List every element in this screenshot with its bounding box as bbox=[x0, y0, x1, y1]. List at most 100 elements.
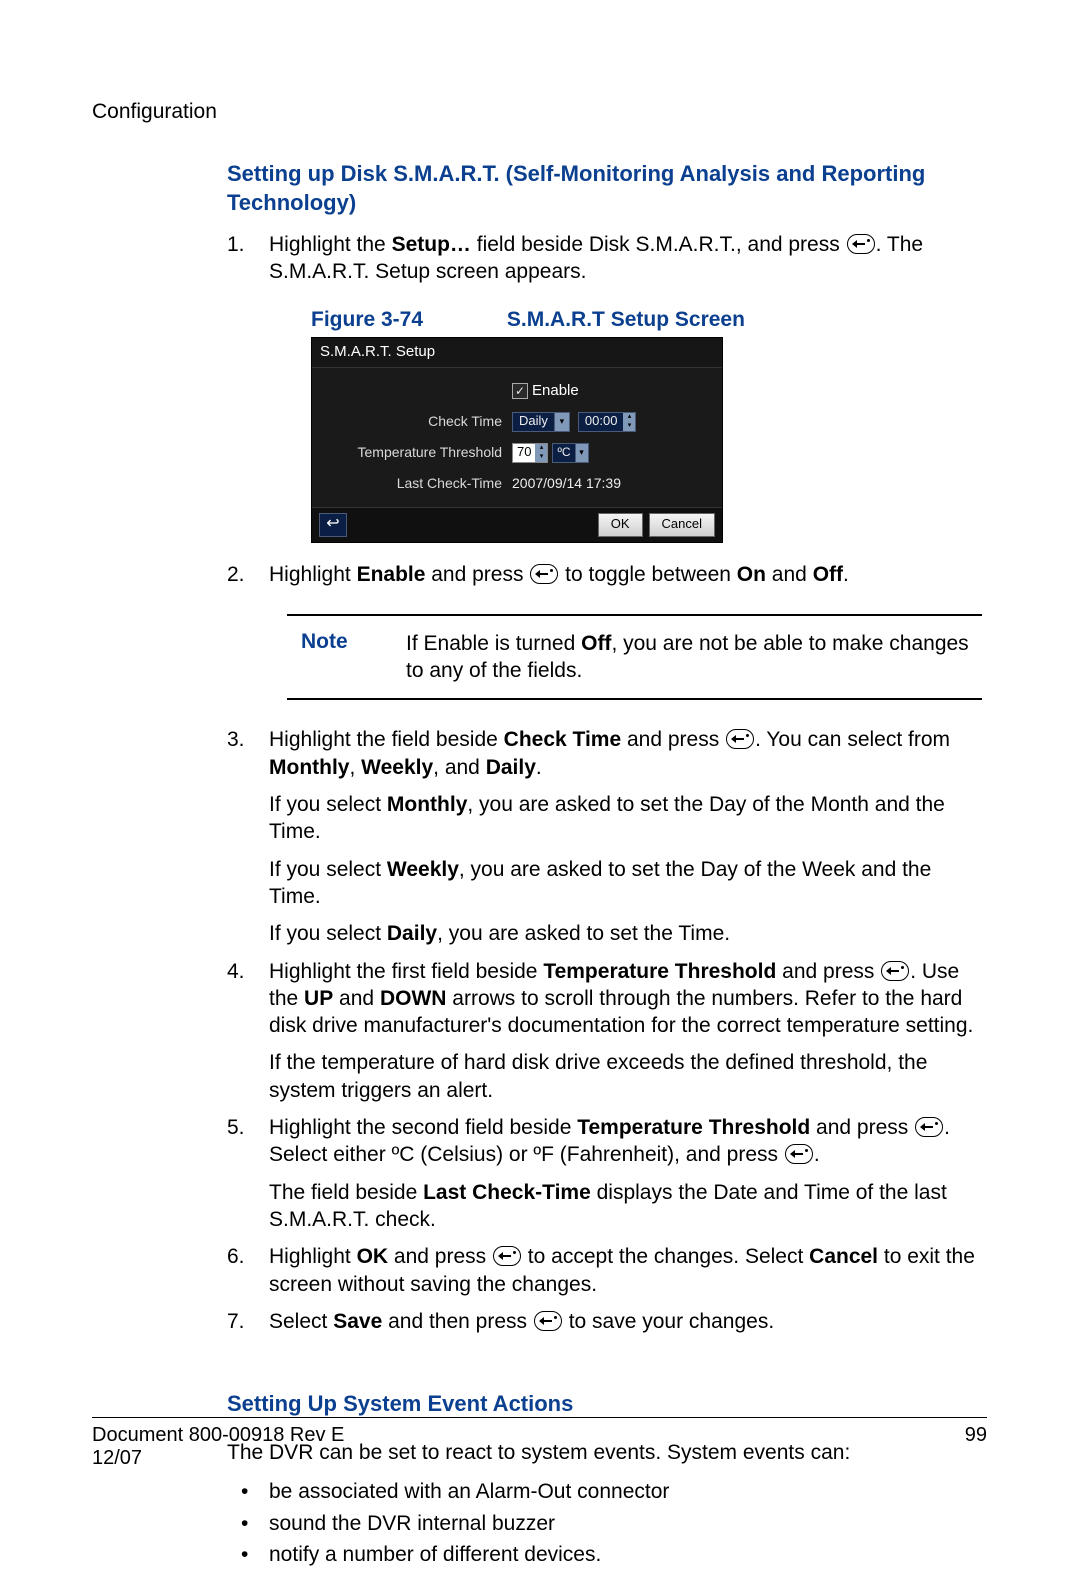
text: to save your changes. bbox=[563, 1310, 774, 1333]
spinner-value: 00:00 bbox=[579, 413, 624, 431]
dialog-title: S.M.A.R.T. Setup bbox=[312, 338, 722, 368]
step-3: 3. Highlight the field beside Check Time… bbox=[227, 726, 987, 947]
figure-caption: Figure 3-74 S.M.A.R.T Setup Screen bbox=[311, 306, 987, 333]
text: . You can select from bbox=[755, 728, 950, 751]
step-1: 1. Highlight the Setup… field beside Dis… bbox=[227, 231, 987, 542]
dropdown-value: Daily bbox=[513, 413, 554, 430]
step-num: 1. bbox=[227, 231, 245, 258]
temp-value-spinner[interactable]: 70 ▴▾ bbox=[512, 443, 548, 463]
page-footer: Document 800-00918 Rev E 99 12/07 bbox=[92, 1417, 987, 1470]
bold: OK bbox=[357, 1245, 389, 1268]
text: , bbox=[349, 756, 361, 779]
divider bbox=[287, 698, 982, 700]
enter-icon bbox=[785, 1144, 813, 1164]
list-item: be associated with an Alarm-Out connecto… bbox=[227, 1476, 987, 1508]
spinner-value: 70 bbox=[513, 444, 535, 462]
bold: UP bbox=[304, 987, 333, 1010]
doc-id: Document 800-00918 Rev E bbox=[92, 1424, 344, 1447]
text: Highlight bbox=[269, 563, 357, 586]
bold: Enable bbox=[357, 563, 426, 586]
enter-icon bbox=[915, 1117, 943, 1137]
bold: Last Check-Time bbox=[423, 1181, 591, 1204]
spinner-arrows: ▴▾ bbox=[623, 413, 635, 431]
text: and bbox=[333, 987, 380, 1010]
back-arrow-icon: ↩ bbox=[326, 514, 339, 535]
check-time-dropdown[interactable]: Daily ▾ bbox=[512, 412, 570, 432]
bold: Weekly bbox=[361, 756, 433, 779]
running-head: Configuration bbox=[92, 100, 987, 124]
figure-title: S.M.A.R.T Setup Screen bbox=[507, 308, 745, 331]
text: and press bbox=[810, 1116, 914, 1139]
text: Select bbox=[269, 1310, 333, 1333]
enter-icon bbox=[847, 234, 875, 254]
last-check-label: Last Check-Time bbox=[322, 474, 512, 492]
list-item: notify a number of different devices. bbox=[227, 1539, 987, 1571]
text: field beside Disk S.M.A.R.T., and press bbox=[471, 233, 846, 256]
text: Highlight the field beside bbox=[269, 728, 504, 751]
bold: Off bbox=[813, 563, 843, 586]
bold: DOWN bbox=[380, 987, 447, 1010]
enable-label: Enable bbox=[532, 381, 579, 401]
text: and press bbox=[621, 728, 725, 751]
step-6: 6. Highlight OK and press to accept the … bbox=[227, 1243, 987, 1298]
cancel-button[interactable]: Cancel bbox=[649, 513, 715, 537]
dropdown-value: ºC bbox=[553, 445, 574, 461]
step-4: 4. Highlight the first field beside Temp… bbox=[227, 958, 987, 1104]
enter-icon bbox=[530, 564, 558, 584]
temp-unit-dropdown[interactable]: ºC ▾ bbox=[552, 443, 588, 463]
enter-icon bbox=[726, 729, 754, 749]
text: and press bbox=[776, 960, 880, 983]
text: If the temperature of hard disk drive ex… bbox=[269, 1049, 987, 1104]
text: and bbox=[766, 563, 813, 586]
text: and press bbox=[425, 563, 529, 586]
bold: On bbox=[737, 563, 766, 586]
text: and press bbox=[388, 1245, 492, 1268]
text: , and bbox=[433, 756, 486, 779]
text: and then press bbox=[382, 1310, 533, 1333]
step-7: 7. Select Save and then press to save yo… bbox=[227, 1308, 987, 1335]
bold: Save bbox=[333, 1310, 382, 1333]
text: The field beside bbox=[269, 1181, 423, 1204]
figure-label: Figure 3-74 bbox=[311, 308, 423, 331]
text: . bbox=[843, 563, 849, 586]
note-box: Note If Enable is turned Off, you are no… bbox=[287, 614, 982, 701]
bold: Daily bbox=[486, 756, 536, 779]
enable-checkbox[interactable]: ✓ Enable bbox=[512, 381, 579, 401]
step-num: 6. bbox=[227, 1243, 245, 1270]
bold: Monthly bbox=[269, 756, 349, 779]
text: If Enable is turned bbox=[406, 632, 581, 655]
bold: Temperature Threshold bbox=[577, 1116, 810, 1139]
text: If you select bbox=[269, 922, 387, 945]
enter-icon bbox=[881, 961, 909, 981]
divider bbox=[92, 1417, 987, 1418]
bold: Off bbox=[581, 632, 611, 655]
enter-icon bbox=[493, 1246, 521, 1266]
bullet-list: be associated with an Alarm-Out connecto… bbox=[227, 1476, 987, 1571]
text: Highlight the second field beside bbox=[269, 1116, 577, 1139]
note-text: If Enable is turned Off, you are not be … bbox=[406, 630, 982, 685]
text: . bbox=[536, 756, 542, 779]
step-num: 5. bbox=[227, 1114, 245, 1141]
temp-threshold-label: Temperature Threshold bbox=[322, 443, 512, 461]
check-time-spinner[interactable]: 00:00 ▴▾ bbox=[578, 412, 637, 432]
spinner-arrows: ▴▾ bbox=[535, 444, 547, 462]
step-num: 4. bbox=[227, 958, 245, 985]
chevron-down-icon: ▾ bbox=[575, 444, 588, 462]
text: If you select bbox=[269, 793, 387, 816]
list-item: sound the DVR internal buzzer bbox=[227, 1508, 987, 1540]
last-check-value: 2007/09/14 17:39 bbox=[512, 474, 621, 492]
text: Highlight bbox=[269, 1245, 357, 1268]
step-num: 3. bbox=[227, 726, 245, 753]
heading-system-events: Setting Up System Event Actions bbox=[227, 1391, 987, 1417]
bold: Temperature Threshold bbox=[543, 960, 776, 983]
text: Highlight the first field beside bbox=[269, 960, 543, 983]
text: . bbox=[814, 1143, 820, 1166]
check-time-label: Check Time bbox=[322, 412, 512, 430]
bold: Setup… bbox=[392, 233, 471, 256]
back-button[interactable]: ↩ bbox=[319, 513, 347, 537]
bold: Cancel bbox=[809, 1245, 878, 1268]
step-num: 2. bbox=[227, 561, 245, 588]
ok-button[interactable]: OK bbox=[598, 513, 643, 537]
page-number: 99 bbox=[965, 1424, 987, 1447]
text: to toggle between bbox=[559, 563, 736, 586]
